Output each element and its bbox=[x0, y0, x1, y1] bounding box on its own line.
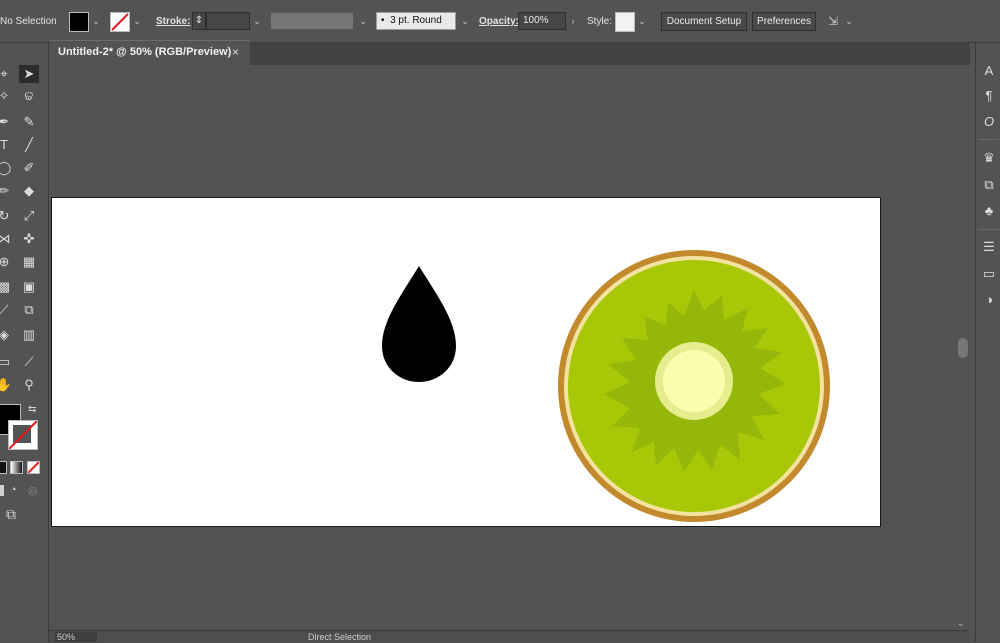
stroke-weight-field[interactable] bbox=[206, 12, 250, 30]
zoom-level-field[interactable]: 50% bbox=[55, 632, 97, 642]
fill-color-swatch[interactable] bbox=[69, 12, 89, 32]
no-stroke-icon bbox=[111, 13, 129, 31]
document-tab-title: Untitled-2* @ 50% (RGB/Preview) bbox=[58, 46, 232, 58]
width-tool-icon[interactable]: ⋈ bbox=[0, 230, 14, 248]
fill-dropdown-chevron-icon[interactable]: ⌄ bbox=[89, 14, 103, 28]
dock-separator bbox=[978, 139, 999, 140]
current-tool-status: Direct Selection bbox=[308, 632, 372, 642]
dock-separator bbox=[978, 229, 999, 230]
rotate-tool-icon[interactable]: ↻ bbox=[0, 207, 14, 225]
arrange-documents-icon[interactable]: ⇲ bbox=[826, 14, 840, 28]
screen-mode-icon[interactable]: ⧉ bbox=[6, 506, 16, 523]
perspective-grid-tool-icon[interactable]: ▦ bbox=[19, 253, 39, 271]
status-bar bbox=[49, 630, 969, 643]
preferences-button[interactable]: Preferences bbox=[752, 12, 816, 31]
scale-tool-icon[interactable]: ⤢ bbox=[19, 207, 39, 225]
water-drop-shape[interactable] bbox=[382, 266, 456, 382]
kiwi-slice-group[interactable] bbox=[558, 250, 830, 522]
ellipse-tool-icon[interactable]: ◯ bbox=[0, 159, 14, 177]
selection-status-label: No Selection bbox=[0, 16, 57, 27]
slice-tool-icon[interactable]: ⟋ bbox=[19, 353, 39, 371]
pen-tool-icon[interactable]: ✒ bbox=[0, 113, 14, 131]
column-graph-tool-icon[interactable]: ▥ bbox=[19, 326, 39, 344]
magic-wand-tool-icon[interactable]: ✧ bbox=[0, 87, 14, 105]
swap-fill-stroke-icon[interactable]: ⇆ bbox=[28, 404, 36, 415]
brush-definition-field[interactable]: • 3 pt. Round bbox=[376, 12, 456, 30]
stroke-label[interactable]: Stroke: bbox=[156, 16, 190, 27]
panel-dock: A ¶ O ♛ ⧉ ♣ ☰ ▭ ◑ bbox=[975, 43, 1000, 642]
draw-behind-icon[interactable]: ◔ bbox=[10, 484, 17, 496]
brush-definition-value: 3 pt. Round bbox=[390, 15, 442, 26]
eyedropper-tool-icon[interactable]: ⟋ bbox=[0, 301, 14, 319]
character-panel-icon[interactable]: A bbox=[979, 62, 999, 80]
graphic-style-swatch[interactable] bbox=[615, 12, 635, 32]
mesh-tool-icon[interactable]: ▩ bbox=[0, 278, 14, 296]
stroke-dropdown-chevron-icon[interactable]: ⌄ bbox=[130, 14, 144, 28]
variable-width-profile[interactable] bbox=[270, 12, 354, 30]
vertical-scroll-thumb[interactable] bbox=[958, 338, 968, 358]
brush-chevron-icon[interactable]: ⌄ bbox=[458, 14, 472, 28]
tools-panel: ⌖ ➤ ✧ ଢ ✒ ✎ T ╱ ◯ ✐ ✏ ◆ ↻ ⤢ ⋈ ✜ ⊕ ▦ ▩ ▣ … bbox=[0, 43, 49, 642]
style-label: Style: bbox=[587, 16, 613, 27]
color-mode-icon[interactable] bbox=[0, 461, 7, 474]
direct-selection-tool-icon[interactable]: ➤ bbox=[19, 65, 39, 83]
brush-dot-icon: • bbox=[381, 15, 385, 26]
type-tool-icon[interactable]: T bbox=[0, 136, 14, 154]
opacity-field[interactable]: 100% bbox=[518, 12, 566, 30]
eraser-tool-icon[interactable]: ◆ bbox=[19, 182, 39, 200]
puppet-warp-tool-icon[interactable]: ✜ bbox=[19, 230, 39, 248]
paintbrush-tool-icon[interactable]: ✐ bbox=[19, 159, 39, 177]
gradient-panel-icon[interactable]: ▭ bbox=[979, 265, 999, 283]
transparency-panel-icon[interactable]: ◑ bbox=[979, 291, 999, 309]
artwork-layer bbox=[382, 250, 830, 522]
zoom-tool-icon[interactable]: ⚲ bbox=[19, 376, 39, 394]
opentype-panel-icon[interactable]: O bbox=[979, 113, 999, 131]
hand-tool-icon[interactable]: ✋ bbox=[0, 376, 14, 394]
blend-tool-icon[interactable]: ⧉ bbox=[19, 301, 39, 319]
lasso-tool-icon[interactable]: ଢ bbox=[19, 87, 39, 105]
symbol-sprayer-tool-icon[interactable]: ◈ bbox=[0, 326, 14, 344]
paragraph-panel-icon[interactable]: ¶ bbox=[979, 87, 999, 105]
artboard-tool-icon[interactable]: ▭ bbox=[0, 353, 14, 371]
line-tool-icon[interactable]: ╱ bbox=[19, 136, 39, 154]
draw-inside-icon[interactable]: ◎ bbox=[28, 484, 38, 497]
opacity-chevron-right-icon[interactable]: › bbox=[566, 14, 580, 28]
kiwi-core bbox=[663, 350, 725, 412]
none-mode-icon[interactable] bbox=[27, 461, 40, 474]
stroke-weight-stepper[interactable]: ⇕ bbox=[192, 12, 206, 30]
scroll-down-chevron-icon[interactable]: ⌄ bbox=[957, 618, 965, 629]
gradient-tool-icon[interactable]: ▣ bbox=[19, 278, 39, 296]
transform-panel-icon[interactable]: ⧉ bbox=[979, 176, 999, 194]
stroke-color-swatch[interactable] bbox=[110, 12, 130, 32]
style-chevron-icon[interactable]: ⌄ bbox=[635, 14, 649, 28]
puppet-warp-panel-icon[interactable]: ♛ bbox=[979, 149, 999, 167]
no-stroke-icon bbox=[9, 421, 37, 449]
document-tab[interactable]: Untitled-2* @ 50% (RGB/Preview) × bbox=[50, 40, 250, 65]
stroke-panel-icon[interactable]: ☰ bbox=[979, 238, 999, 256]
pencil-tool-icon[interactable]: ✏ bbox=[0, 182, 14, 200]
stroke-color-box[interactable] bbox=[8, 420, 38, 450]
selection-tool-icon[interactable]: ⌖ bbox=[0, 65, 14, 83]
artboard[interactable] bbox=[51, 197, 881, 527]
symbols-panel-icon[interactable]: ♣ bbox=[979, 202, 999, 220]
close-tab-icon[interactable]: × bbox=[232, 45, 239, 59]
gradient-mode-icon[interactable] bbox=[10, 461, 23, 474]
curvature-tool-icon[interactable]: ✎ bbox=[19, 113, 39, 131]
arrange-chevron-icon[interactable]: ⌄ bbox=[842, 14, 856, 28]
profile-chevron-icon[interactable]: ⌄ bbox=[356, 14, 370, 28]
control-bar: No Selection ⌄ ⌄ Stroke: ⇕ ⌄ ⌄ • 3 pt. R… bbox=[0, 0, 1000, 43]
document-setup-button[interactable]: Document Setup bbox=[661, 12, 747, 31]
stroke-weight-chevron-icon[interactable]: ⌄ bbox=[250, 14, 264, 28]
shape-builder-tool-icon[interactable]: ⊕ bbox=[0, 253, 14, 271]
opacity-label[interactable]: Opacity: bbox=[479, 16, 519, 27]
draw-normal-icon[interactable] bbox=[0, 485, 4, 496]
